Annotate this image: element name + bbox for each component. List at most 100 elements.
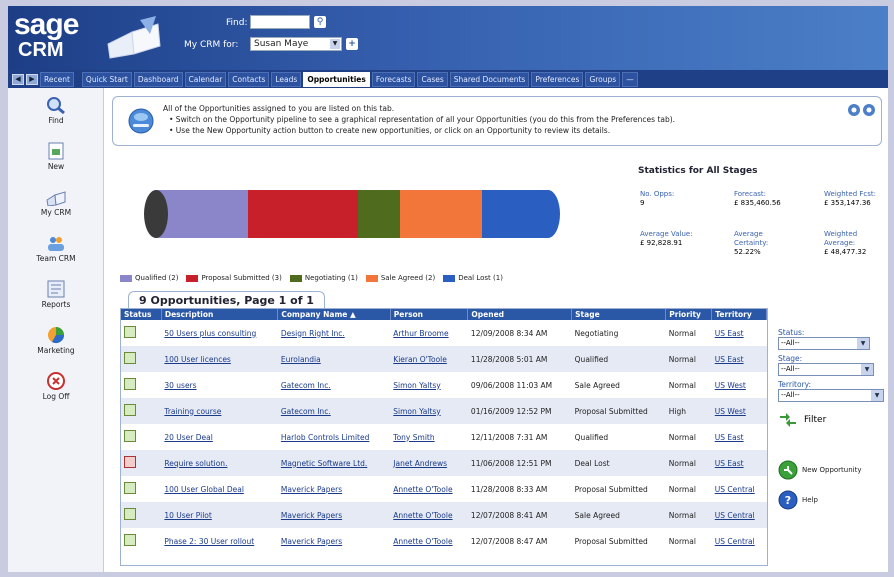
table-row[interactable]: 30 users Gatecom Inc. Simon Yaltsy 09/06/20… — [121, 372, 767, 398]
pipeline-segment-1[interactable] — [248, 190, 358, 238]
table-row[interactable]: Training course Gatecom Inc. Simon Yaltsy 0… — [121, 398, 767, 424]
column-header[interactable]: Person — [390, 309, 469, 320]
back-arrow-icon[interactable]: ◀ — [12, 73, 24, 85]
find-go-icon[interactable]: ⚲ — [314, 16, 326, 28]
cell-link[interactable]: US East — [715, 329, 744, 338]
table-row[interactable]: Phase 2: 30 User rollout Maverick Papers A… — [121, 528, 767, 554]
table-cell-link[interactable]: US East — [712, 320, 767, 346]
table-cell-link[interactable]: Annette O'Toole — [390, 528, 468, 554]
column-header[interactable]: Description — [161, 309, 279, 320]
table-cell-link[interactable]: Kieran O'Toole — [390, 346, 468, 372]
table-cell-link[interactable]: Gatecom Inc. — [278, 372, 390, 398]
table-cell-link[interactable]: Annette O'Toole — [390, 476, 468, 502]
table-cell-link[interactable]: Annette O'Toole — [390, 502, 468, 528]
cell-link[interactable]: Design Right Inc. — [281, 329, 345, 338]
cell-link[interactable]: US West — [715, 381, 746, 390]
sidebar-item-new[interactable]: New — [8, 142, 104, 171]
table-cell-link[interactable]: Eurolandia — [277, 346, 391, 372]
tab-groups[interactable]: Groups — [585, 71, 621, 87]
table-cell-link[interactable]: Maverick Papers — [278, 476, 390, 502]
table-cell-link[interactable]: US East — [711, 346, 767, 372]
cell-link[interactable]: 20 User Deal — [164, 433, 212, 442]
sidebar-item-log-off[interactable]: Log Off — [8, 372, 104, 401]
tab-contacts[interactable]: Contacts — [228, 71, 270, 87]
cell-link[interactable]: Janet Andrews — [393, 459, 447, 468]
table-cell-link[interactable]: Janet Andrews — [390, 450, 468, 476]
sidebar-item-my-crm[interactable]: My CRM — [8, 188, 104, 217]
cell-link[interactable]: US East — [715, 355, 744, 364]
column-header[interactable]: Priority — [665, 309, 713, 320]
table-cell-link[interactable]: Magnetic Software Ltd. — [277, 450, 391, 476]
add-user-icon[interactable]: + — [346, 38, 358, 50]
tab-cases[interactable]: Cases — [417, 71, 448, 87]
tab-calendar[interactable]: Calendar — [184, 71, 227, 87]
cell-link[interactable]: Arthur Broome — [393, 329, 448, 338]
column-header[interactable]: Stage — [571, 309, 667, 320]
cell-link[interactable]: US East — [715, 459, 744, 468]
cell-link[interactable]: Magnetic Software Ltd. — [281, 459, 367, 468]
tab-shared-documents[interactable]: Shared Documents — [449, 71, 530, 87]
table-cell-link[interactable]: Simon Yaltsy — [390, 372, 468, 398]
table-row[interactable]: Require solution. Magnetic Software Ltd. J… — [121, 450, 767, 476]
table-cell-link[interactable]: Require solution. — [161, 450, 278, 476]
table-cell-link[interactable]: 20 User Deal — [161, 424, 278, 450]
tab-forecasts[interactable]: Forecasts — [371, 71, 416, 87]
cell-link[interactable]: Annette O'Toole — [393, 485, 452, 494]
table-cell-link[interactable]: US East — [711, 450, 767, 476]
table-cell-link[interactable]: Harlob Controls Limited — [278, 424, 390, 450]
cell-link[interactable]: 100 User licences — [164, 355, 230, 364]
table-cell-link[interactable]: Maverick Papers — [277, 502, 391, 528]
cell-link[interactable]: 50 Users plus consulting — [164, 329, 256, 338]
table-cell-link[interactable]: US Central — [711, 502, 767, 528]
table-cell-link[interactable]: US East — [712, 424, 767, 450]
filter-button[interactable]: Filter — [778, 412, 886, 428]
tab-leads[interactable]: Leads — [271, 71, 302, 87]
help-button[interactable]: ? Help — [778, 490, 818, 510]
cell-link[interactable]: US Central — [715, 485, 755, 494]
cell-link[interactable]: Simon Yaltsy — [393, 407, 440, 416]
table-cell-link[interactable]: 30 users — [161, 372, 278, 398]
cell-link[interactable]: Simon Yaltsy — [393, 381, 440, 390]
sidebar-item-team-crm[interactable]: Team CRM — [8, 234, 104, 263]
tab-quick-start[interactable]: Quick Start — [81, 71, 132, 87]
table-cell-link[interactable]: Training course — [161, 398, 278, 424]
new-opportunity-button[interactable]: New Opportunity — [778, 460, 862, 480]
table-row[interactable]: 10 User Pilot Maverick Papers Annette O'To… — [121, 502, 767, 528]
cell-link[interactable]: Harlob Controls Limited — [281, 433, 370, 442]
table-cell-link[interactable]: 50 Users plus consulting — [161, 320, 278, 346]
tab-preferences[interactable]: Preferences — [531, 71, 584, 87]
pipeline-segment-3[interactable] — [400, 190, 482, 238]
cell-link[interactable]: Annette O'Toole — [393, 511, 452, 520]
table-cell-link[interactable]: US Central — [712, 528, 767, 554]
cell-link[interactable]: Eurolandia — [281, 355, 321, 364]
cell-link[interactable]: 100 User Global Deal — [164, 485, 244, 494]
cell-link[interactable]: Maverick Papers — [281, 537, 342, 546]
table-row[interactable]: 100 User Global Deal Maverick Papers Annet… — [121, 476, 767, 502]
tab-opportunities[interactable]: Opportunities — [303, 71, 370, 87]
table-cell-link[interactable]: Gatecom Inc. — [277, 398, 391, 424]
cell-link[interactable]: Maverick Papers — [281, 485, 342, 494]
cell-link[interactable]: Require solution. — [164, 459, 227, 468]
table-cell-link[interactable]: 10 User Pilot — [161, 502, 278, 528]
find-input[interactable] — [250, 15, 310, 29]
stage-filter-select[interactable]: --All-- ▼ — [778, 363, 874, 376]
table-cell-link[interactable]: 100 User Global Deal — [161, 476, 278, 502]
column-header[interactable]: Status — [121, 309, 162, 320]
column-header[interactable]: Territory — [711, 309, 767, 320]
table-cell-link[interactable]: US West — [711, 398, 767, 424]
table-cell-link[interactable]: US Central — [712, 476, 767, 502]
cell-link[interactable]: Tony Smith — [393, 433, 434, 442]
my-crm-user-select[interactable]: Susan Maye ▼ — [250, 37, 342, 51]
table-cell-link[interactable]: Phase 2: 30 User rollout — [161, 528, 278, 554]
sidebar-item-find[interactable]: Find — [8, 96, 104, 125]
status-filter-select[interactable]: --All-- ▼ — [778, 337, 870, 350]
cell-link[interactable]: 10 User Pilot — [164, 511, 211, 520]
cell-link[interactable]: US East — [715, 433, 744, 442]
territory-filter-select[interactable]: --All-- ▼ — [778, 389, 884, 402]
cell-link[interactable]: 30 users — [164, 381, 196, 390]
table-cell-link[interactable]: Design Right Inc. — [278, 320, 390, 346]
cell-link[interactable]: Maverick Papers — [281, 511, 342, 520]
cell-link[interactable]: Training course — [164, 407, 221, 416]
cell-link[interactable]: Kieran O'Toole — [393, 355, 447, 364]
recent-dropdown[interactable]: Recent — [40, 71, 74, 87]
